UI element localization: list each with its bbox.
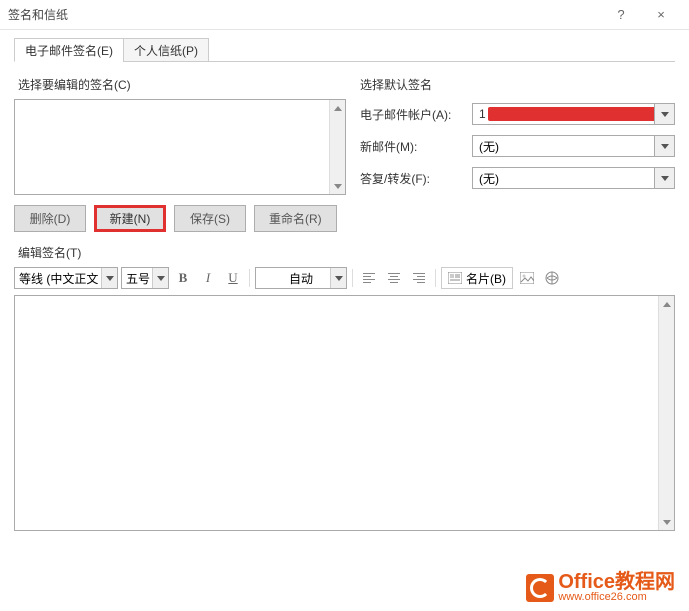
- chevron-down-icon[interactable]: [101, 268, 117, 288]
- tab-email-signature[interactable]: 电子邮件签名(E): [14, 38, 124, 62]
- watermark-logo-icon: [526, 574, 554, 602]
- new-button[interactable]: 新建(N): [94, 205, 166, 232]
- tab-strip: 电子邮件签名(E) 个人信纸(P): [14, 38, 675, 62]
- default-signature-legend: 选择默认签名: [360, 76, 675, 93]
- align-left-button[interactable]: [358, 267, 380, 289]
- scroll-down-icon[interactable]: [330, 178, 345, 194]
- chevron-down-icon[interactable]: [654, 104, 674, 124]
- window-title: 签名和信纸: [8, 6, 601, 23]
- watermark: Office教程网 www.office26.com: [526, 572, 675, 603]
- business-card-button[interactable]: 名片(B): [441, 267, 513, 289]
- listbox-scrollbar[interactable]: [329, 100, 345, 194]
- new-message-label: 新邮件(M):: [360, 138, 466, 155]
- email-account-select[interactable]: 1: [472, 103, 675, 125]
- new-message-select[interactable]: (无): [472, 135, 675, 157]
- title-bar: 签名和信纸 ? ×: [0, 0, 689, 30]
- separator: [249, 269, 250, 287]
- chevron-down-icon[interactable]: [654, 168, 674, 188]
- close-button[interactable]: ×: [641, 0, 681, 30]
- email-account-label: 电子邮件帐户(A):: [360, 106, 466, 123]
- link-icon: [545, 271, 559, 285]
- bold-button[interactable]: B: [172, 267, 194, 289]
- signature-editor[interactable]: [14, 295, 675, 531]
- select-signature-legend: 选择要编辑的签名(C): [14, 78, 135, 92]
- chevron-down-icon[interactable]: [330, 268, 346, 288]
- insert-picture-button[interactable]: [516, 267, 538, 289]
- rename-button[interactable]: 重命名(R): [254, 205, 337, 232]
- font-size-combo[interactable]: 五号: [121, 267, 169, 289]
- tab-personal-stationery[interactable]: 个人信纸(P): [123, 38, 209, 62]
- align-center-button[interactable]: [383, 267, 405, 289]
- insert-hyperlink-button[interactable]: [541, 267, 563, 289]
- underline-button[interactable]: U: [222, 267, 244, 289]
- card-icon: [448, 272, 462, 284]
- scroll-up-icon[interactable]: [330, 100, 345, 116]
- save-button[interactable]: 保存(S): [174, 205, 246, 232]
- italic-button[interactable]: I: [197, 267, 219, 289]
- chevron-down-icon[interactable]: [654, 136, 674, 156]
- scroll-up-icon[interactable]: [659, 296, 674, 312]
- reply-forward-label: 答复/转发(F):: [360, 170, 466, 187]
- separator: [435, 269, 436, 287]
- font-family-combo[interactable]: 等线 (中文正文: [14, 267, 118, 289]
- editor-scrollbar[interactable]: [658, 296, 674, 530]
- align-right-button[interactable]: [408, 267, 430, 289]
- signature-listbox[interactable]: [14, 99, 346, 195]
- watermark-text: Office教程网: [558, 572, 675, 592]
- editor-toolbar: 等线 (中文正文 五号 B I U 自动 名片(B): [14, 267, 675, 289]
- picture-icon: [520, 272, 534, 284]
- select-signature-group: 选择要编辑的签名(C) 删除(D) 新建(N) 保存(S) 重命名(R): [14, 76, 346, 232]
- help-button[interactable]: ?: [601, 0, 641, 30]
- scroll-down-icon[interactable]: [659, 514, 674, 530]
- redacted-account: [488, 107, 668, 121]
- watermark-url: www.office26.com: [558, 592, 675, 603]
- font-color-combo[interactable]: 自动: [255, 267, 347, 289]
- delete-button[interactable]: 删除(D): [14, 205, 86, 232]
- chevron-down-icon[interactable]: [152, 268, 168, 288]
- edit-signature-legend: 编辑签名(T): [14, 246, 85, 260]
- edit-signature-group: 编辑签名(T) 等线 (中文正文 五号 B I U 自动: [14, 244, 675, 531]
- reply-forward-select[interactable]: (无): [472, 167, 675, 189]
- separator: [352, 269, 353, 287]
